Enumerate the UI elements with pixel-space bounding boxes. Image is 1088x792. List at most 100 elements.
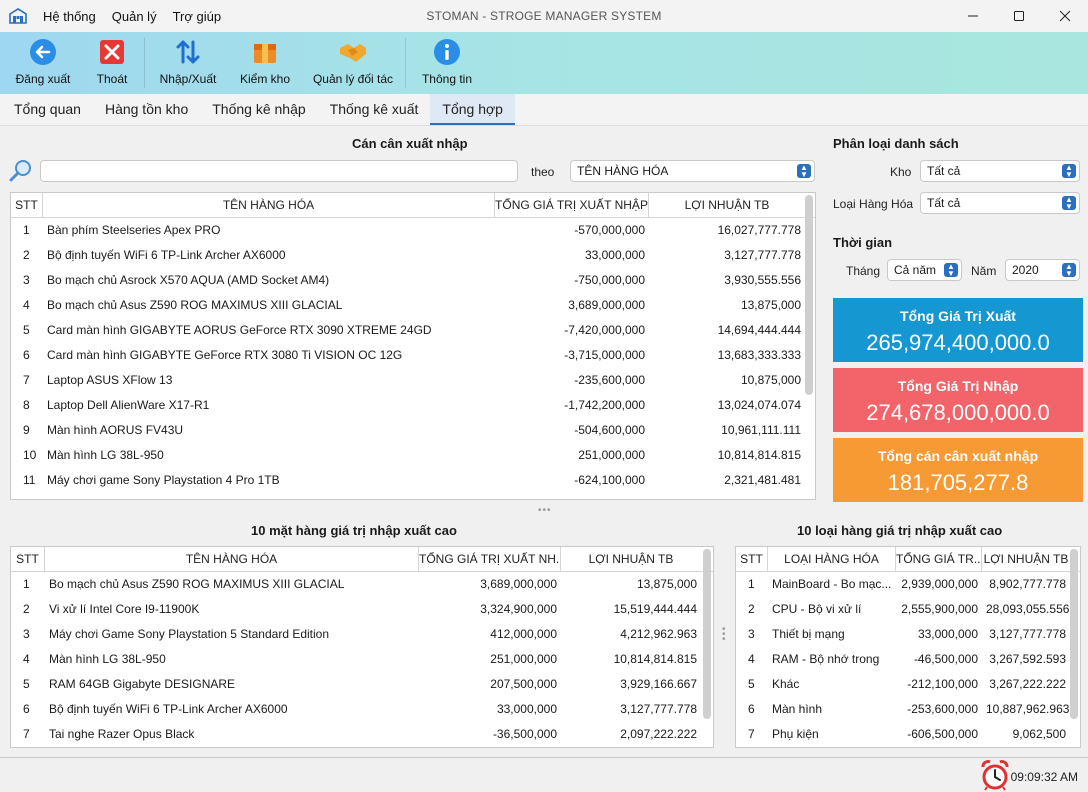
table-row[interactable]: 9 Màn hình AORUS FV43U -504,600,000 10,961,… — [11, 418, 815, 443]
table-row[interactable]: 2 Vi xử lí Intel Core I9-11900K 3,324,900,… — [11, 597, 713, 622]
vertical-scrollbar[interactable] — [805, 195, 813, 395]
year-select[interactable]: 2020 ▲ ▼ — [1005, 259, 1080, 281]
table-cell: Phụ kiện — [772, 727, 819, 741]
table-cell: -750,000,000 — [574, 273, 645, 287]
table-row[interactable]: 1 Bo mạch chủ Asus Z590 ROG MAXIMUS XIII … — [11, 572, 713, 597]
tab-overview[interactable]: Tổng quan — [2, 94, 93, 125]
table-row[interactable]: 3 Máy chơi Game Sony Playstation 5 Standa… — [11, 622, 713, 647]
balance-total-card: Tổng cán cân xuất nhập 181,705,277.8 — [833, 438, 1083, 502]
table-cell: 13,024,074.074 — [717, 398, 801, 412]
balance-table[interactable]: STT TÊN HÀNG HÓA TỔNG GIÁ TRỊ XUẤT NHẬP … — [10, 192, 816, 500]
category-select[interactable]: Tất cả ▲ ▼ — [920, 192, 1080, 214]
table-cell: Màn hình — [772, 702, 823, 716]
maximize-button[interactable] — [996, 0, 1042, 32]
menu-help[interactable]: Trợ giúp — [165, 9, 230, 24]
info-button[interactable]: Thông tin — [420, 32, 474, 94]
table-cell: 2 — [23, 248, 30, 262]
table-row[interactable]: 4 RAM - Bộ nhớ trong -46,500,000 3,267,592.… — [736, 647, 1080, 672]
title-bar: Hệ thống Quản lý Trợ giúp STOMAN - STROG… — [0, 0, 1088, 32]
table-cell: 16,027,777.778 — [717, 223, 801, 237]
table-row[interactable]: 8 Laptop Dell AlienWare X17-R1 -1,742,200,… — [11, 393, 815, 418]
column-header[interactable]: TỔNG GIÁ TRỊ XUẤT NHẬP — [495, 193, 649, 217]
table-row[interactable]: 8Laptop ASUS XFlow 13-235,600,00010,875,… — [11, 747, 713, 748]
table-row[interactable]: 3 Thiết bị mạng 33,000,000 3,127,777.778 — [736, 622, 1080, 647]
table-cell: Màn hình LG 38L-950 — [49, 652, 166, 666]
menu-manage[interactable]: Quản lý — [104, 9, 165, 24]
column-header[interactable]: LỢI NHUẬN TB — [649, 193, 805, 217]
column-header[interactable]: LỢI NHUẬN TB — [982, 547, 1070, 571]
import-export-label: Nhập/Xuất — [159, 72, 217, 86]
app-icon — [9, 8, 27, 24]
search-input[interactable] — [40, 160, 518, 182]
table-row[interactable]: 6 Màn hình -253,600,000 10,887,962.963 — [736, 697, 1080, 722]
table-row[interactable]: 4 Màn hình LG 38L-950 251,000,000 10,814,81… — [11, 647, 713, 672]
tab-summary[interactable]: Tổng hợp — [430, 94, 515, 125]
tab-export-stats[interactable]: Thống kê xuất — [318, 94, 431, 125]
table-cell: -606,500,000 — [907, 727, 978, 741]
column-header[interactable]: LỢI NHUẬN TB — [561, 547, 701, 571]
month-select[interactable]: Cả năm ▲ ▼ — [887, 259, 962, 281]
column-header[interactable]: STT — [736, 547, 768, 571]
table-row[interactable]: 2 Bộ định tuyến WiFi 6 TP-Link Archer AX6… — [11, 243, 815, 268]
column-header[interactable]: LOẠI HÀNG HÓA — [768, 547, 896, 571]
table-row[interactable]: 5 RAM 64GB Gigabyte DESIGNARE 207,500,000 3… — [11, 672, 713, 697]
column-header[interactable]: TỔNG GIÁ TR... — [896, 547, 982, 571]
table-row[interactable]: 5 Card màn hình GIGABYTE AORUS GeForce RT… — [11, 318, 815, 343]
search-by-value: TÊN HÀNG HÓA — [577, 164, 669, 178]
logout-button[interactable]: Đăng xuất — [14, 32, 72, 94]
column-header[interactable]: TÊN HÀNG HÓA — [45, 547, 419, 571]
table-cell: 4 — [23, 298, 30, 312]
column-header[interactable]: TÊN HÀNG HÓA — [43, 193, 495, 217]
import-export-button[interactable]: Nhập/Xuất — [159, 32, 217, 94]
top-items-table[interactable]: STT TÊN HÀNG HÓA TỔNG GIÁ TRỊ XUẤT NH...… — [10, 546, 714, 748]
table-cell: Laptop Dell AlienWare X17-R1 — [47, 398, 210, 412]
table-row[interactable]: 6 Bộ định tuyến WiFi 6 TP-Link Archer AX6… — [11, 697, 713, 722]
year-value: 2020 — [1012, 263, 1039, 277]
table-cell: -235,600,000 — [419, 747, 561, 748]
table-row[interactable]: 5 Khác -212,100,000 3,267,222.222 — [736, 672, 1080, 697]
column-header[interactable]: STT — [11, 193, 43, 217]
splitter-handle[interactable]: ••• — [538, 505, 552, 516]
tab-inventory[interactable]: Hàng tồn kho — [93, 94, 200, 125]
table-cell: -1,977,800,000 — [896, 747, 982, 748]
warehouse-select[interactable]: Tất cả ▲ ▼ — [920, 160, 1080, 182]
close-button[interactable] — [1042, 0, 1088, 32]
tab-import-stats[interactable]: Thống kê nhập — [200, 94, 317, 125]
table-row[interactable]: 2 CPU - Bộ vi xử lí 2,555,900,000 28,093,05… — [736, 597, 1080, 622]
exit-button[interactable]: Thoát — [92, 32, 132, 94]
vertical-scrollbar[interactable] — [703, 549, 711, 719]
table-row[interactable]: 3 Bo mạch chủ Asrock X570 AQUA (AMD Socke… — [11, 268, 815, 293]
splitter-handle[interactable]: ••• — [722, 625, 726, 645]
table-row[interactable]: 8Laptop-1,977,800,00011,949,537.037 — [736, 747, 1080, 748]
table-cell: -212,100,000 — [907, 677, 978, 691]
minimize-button[interactable] — [950, 0, 996, 32]
table-row[interactable]: 6 Card màn hình GIGABYTE GeForce RTX 3080… — [11, 343, 815, 368]
table-row[interactable]: 11 Máy chơi game Sony Playstation 4 Pro 1… — [11, 468, 815, 493]
table-row[interactable]: 4 Bo mạch chủ Asus Z590 ROG MAXIMUS XIII … — [11, 293, 815, 318]
search-by-select[interactable]: TÊN HÀNG HÓA ▲ ▼ — [570, 160, 815, 182]
search-icon[interactable] — [9, 159, 33, 183]
column-header[interactable]: STT — [11, 547, 45, 571]
table-row[interactable]: 7 Laptop ASUS XFlow 13 -235,600,000 10,875,… — [11, 368, 815, 393]
table-cell: -7,420,000,000 — [564, 323, 645, 337]
table-cell: Laptop — [768, 747, 896, 748]
warehouse-label: Kho — [890, 165, 912, 179]
column-header[interactable]: TỔNG GIÁ TRỊ XUẤT NH... — [419, 547, 561, 571]
vertical-scrollbar[interactable] — [1070, 549, 1078, 719]
top-items-title: 10 mặt hàng giá trị nhập xuất cao — [251, 523, 457, 538]
table-cell: Card màn hình GIGABYTE AORUS GeForce RTX… — [47, 323, 432, 337]
year-label: Năm — [971, 264, 997, 278]
table-row[interactable]: 1 Bàn phím Steelseries Apex PRO -570,000,0… — [11, 218, 815, 243]
top-categories-table[interactable]: STT LOẠI HÀNG HÓA TỔNG GIÁ TR... LỢI NHU… — [735, 546, 1081, 748]
inventory-check-button[interactable]: Kiểm kho — [239, 32, 291, 94]
menu-system[interactable]: Hệ thống — [35, 9, 104, 24]
partners-button[interactable]: Quản lý đối tác — [311, 32, 395, 94]
table-row[interactable]: 10 Màn hình LG 38L-950 251,000,000 10,814,8… — [11, 443, 815, 468]
table-cell: RAM 64GB Gigabyte DESIGNARE — [49, 677, 236, 691]
table-row[interactable]: 7 Phụ kiện -606,500,000 9,062,500 — [736, 722, 1080, 747]
category-value: Tất cả — [927, 196, 961, 210]
exit-label: Thoát — [96, 72, 128, 86]
table-header: STT TÊN HÀNG HÓA TỔNG GIÁ TRỊ XUẤT NHẬP … — [11, 193, 815, 218]
table-row[interactable]: 7 Tai nghe Razer Opus Black -36,500,000 2,0… — [11, 722, 713, 747]
table-row[interactable]: 1 MainBoard - Bo mạc... 2,939,000,000 8,902… — [736, 572, 1080, 597]
